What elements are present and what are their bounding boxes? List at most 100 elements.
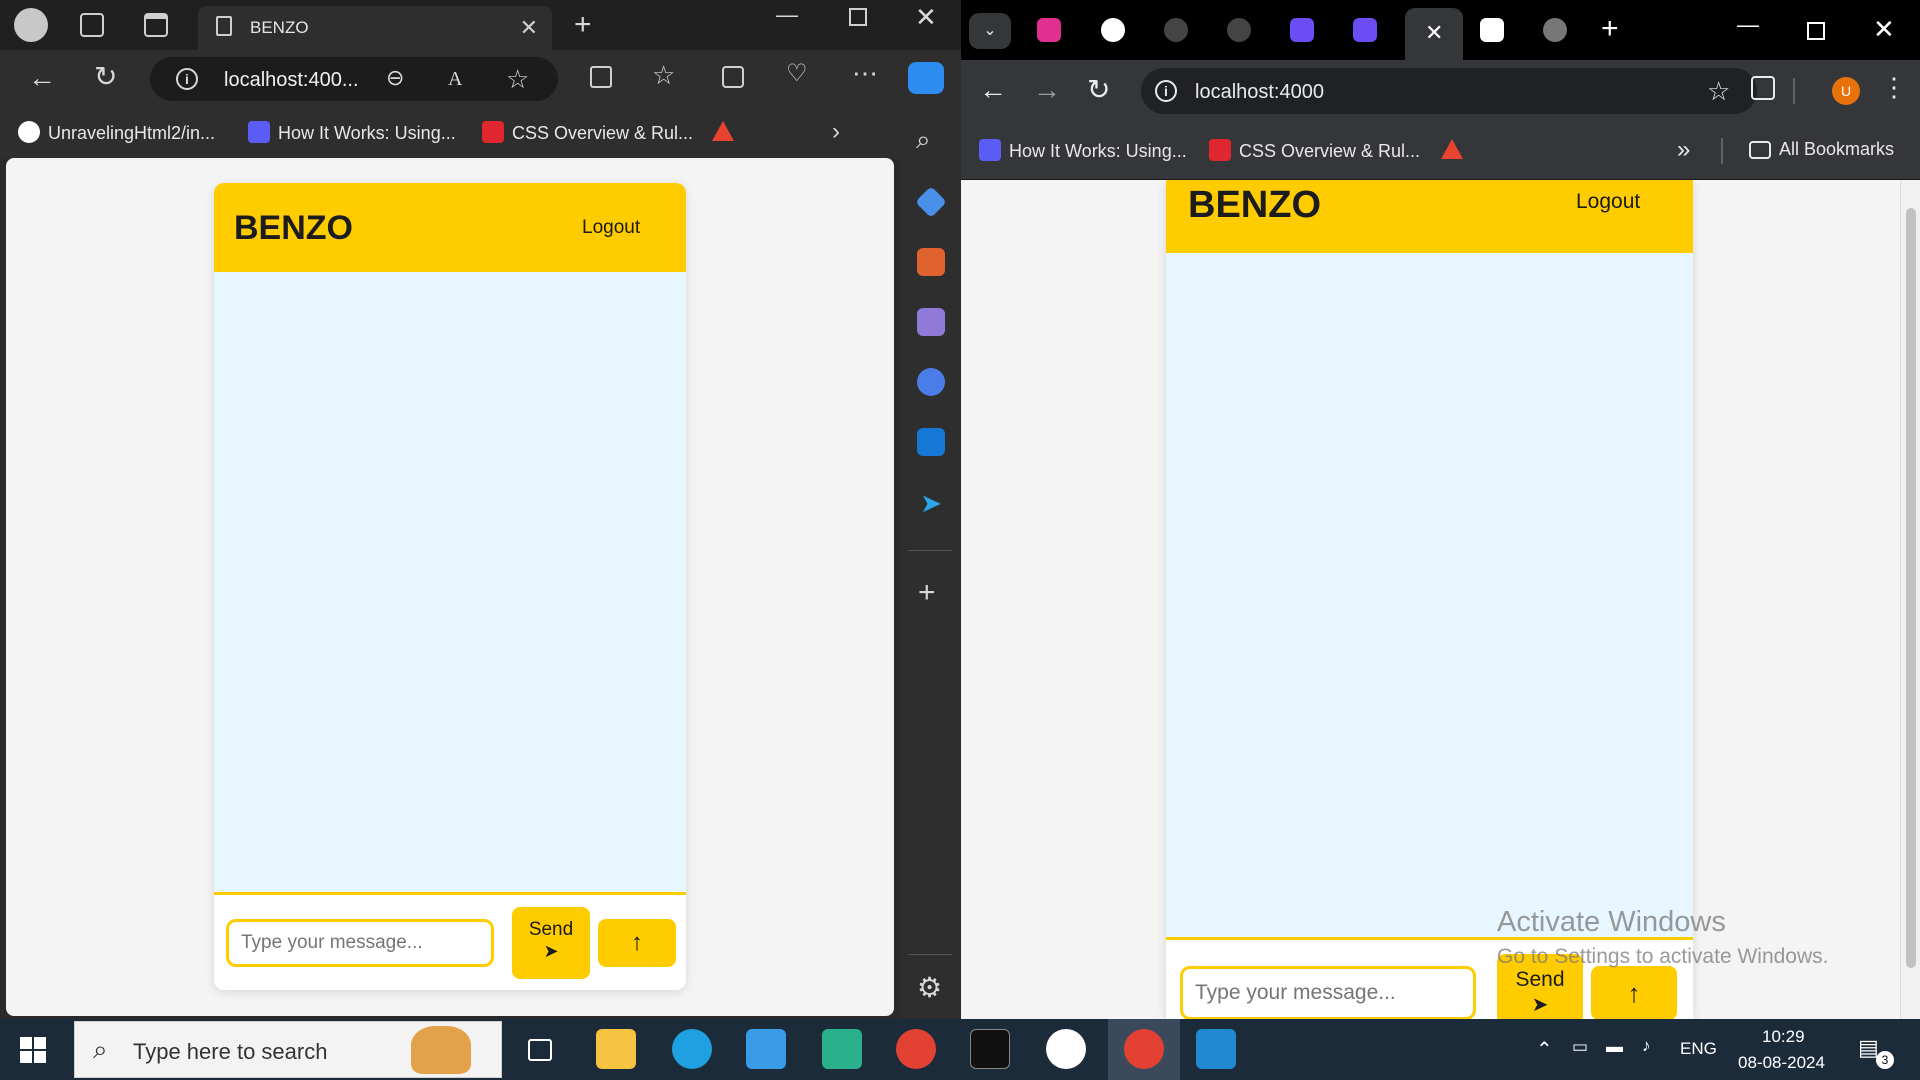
scroll-up-button[interactable]: ↑ [1591, 966, 1677, 1019]
logout-link[interactable]: Logout [582, 217, 640, 239]
file-explorer-icon[interactable] [596, 1029, 636, 1069]
favorites-icon[interactable]: ☆ [652, 62, 675, 88]
page-icon [216, 16, 232, 36]
close-tab-icon[interactable]: ✕ [1425, 20, 1443, 46]
page-scrollbar[interactable] [1900, 180, 1920, 1019]
zoom-out-icon[interactable]: ⊖ [386, 67, 404, 89]
message-input[interactable] [1180, 966, 1476, 1019]
volume-icon[interactable]: ♪ [1642, 1036, 1651, 1056]
task-view-icon[interactable] [528, 1039, 552, 1061]
tab-localhost-active[interactable]: ✕ [1405, 8, 1463, 60]
profile-avatar[interactable]: U [1832, 77, 1860, 105]
tab-icon-copilot-1[interactable] [1290, 18, 1314, 42]
meet-now-icon[interactable]: ▭ [1572, 1037, 1588, 1057]
start-button[interactable] [20, 1037, 46, 1063]
bookmarks-overflow-icon[interactable]: › [832, 120, 840, 144]
clock-time[interactable]: 10:29 [1762, 1027, 1805, 1047]
extensions-icon[interactable] [1751, 76, 1775, 100]
chrome-menu-icon[interactable]: ⋮ [1881, 72, 1907, 103]
bookmark-triangle[interactable] [1441, 139, 1471, 160]
tools-icon[interactable] [917, 248, 945, 276]
games-icon[interactable] [917, 308, 945, 336]
maximize-icon[interactable] [1807, 22, 1825, 40]
language-indicator[interactable]: ENG [1680, 1039, 1717, 1059]
refresh-icon[interactable]: ↻ [94, 63, 117, 91]
windows-logo-icon [20, 1051, 32, 1063]
message-input[interactable] [226, 919, 494, 967]
close-window-icon[interactable]: ✕ [1873, 14, 1895, 45]
tab-icon-github-2[interactable] [1227, 18, 1251, 42]
maximize-icon[interactable] [849, 8, 867, 26]
bookmark-how-it-works[interactable]: How It Works: Using... [248, 121, 456, 144]
back-icon[interactable]: ← [979, 74, 1007, 106]
search-icon[interactable]: ⌕ [916, 126, 931, 152]
clock-date[interactable]: 08-08-2024 [1738, 1053, 1825, 1073]
scrollbar-thumb[interactable] [1906, 208, 1916, 968]
all-bookmarks-folder[interactable]: All Bookmarks [1749, 139, 1894, 160]
tab-icon-globe[interactable] [1543, 18, 1567, 42]
bookmark-triangle[interactable] [712, 121, 742, 142]
bookmark-css-overview[interactable]: CSS Overview & Rul... [1209, 139, 1420, 162]
send-button[interactable]: Send ➤ [512, 907, 590, 979]
close-window-icon[interactable]: ✕ [915, 4, 937, 30]
info-icon[interactable]: i [176, 68, 198, 90]
chrome-icon[interactable] [896, 1029, 936, 1069]
add-sidebar-app-icon[interactable]: + [918, 578, 936, 608]
new-tab-icon[interactable]: + [1601, 12, 1619, 46]
read-aloud-icon[interactable]: A [448, 69, 462, 89]
split-screen-icon[interactable] [590, 66, 612, 88]
copilot-sidebar-icon[interactable] [917, 368, 945, 396]
chrome-active-task[interactable] [1108, 1019, 1180, 1080]
app-pin-icon[interactable] [822, 1029, 862, 1069]
taskbar-search-box[interactable]: ⌕ Type here to search [74, 1021, 502, 1078]
edge-sidebar: ⌕ ➤ + ⚙ [900, 108, 961, 1019]
bookmark-github[interactable]: UnravelingHtml2/in... [18, 121, 215, 144]
sidebar-settings-icon[interactable]: ⚙ [917, 974, 942, 1002]
activate-windows-title: Activate Windows [1497, 906, 1726, 938]
microsoft-store-icon[interactable] [746, 1029, 786, 1069]
triangle-logo-icon [712, 121, 734, 141]
back-icon[interactable]: ← [28, 64, 56, 92]
brand-logo: BENZO [234, 209, 353, 247]
logout-link[interactable]: Logout [1576, 190, 1640, 214]
forward-icon[interactable]: → [1033, 74, 1061, 106]
tab-icon-github-1[interactable] [1164, 18, 1188, 42]
more-menu-icon[interactable]: ⋯ [852, 60, 878, 86]
outlook-icon[interactable] [917, 428, 945, 456]
bookmarks-overflow-icon[interactable]: » [1677, 136, 1690, 164]
workspaces-icon[interactable] [80, 13, 104, 37]
bookmark-star-icon[interactable]: ☆ [1707, 76, 1730, 107]
browser-essentials-icon[interactable]: ♡ [786, 62, 808, 86]
site-info-icon[interactable]: i [1155, 80, 1177, 102]
address-bar[interactable]: i localhost:4000 ☆ [1141, 68, 1757, 114]
minimize-icon[interactable]: — [776, 4, 798, 26]
minimize-icon[interactable]: — [1737, 12, 1759, 38]
edge-icon[interactable] [672, 1029, 712, 1069]
mongodb-compass-icon[interactable] [1046, 1029, 1086, 1069]
tab-icon-copilot-2[interactable] [1353, 18, 1377, 42]
vscode-icon[interactable] [1196, 1029, 1236, 1069]
arrow-up-icon: ↑ [1627, 978, 1641, 1008]
tab-icon-chatgpt[interactable] [1480, 18, 1504, 42]
reload-icon[interactable]: ↻ [1087, 73, 1110, 106]
shopping-tag-icon[interactable] [915, 186, 947, 218]
bookmark-how-it-works[interactable]: How It Works: Using... [979, 139, 1187, 162]
send-icon[interactable]: ➤ [917, 488, 945, 518]
tab-icon-medium[interactable] [1101, 18, 1125, 42]
favorite-star-icon[interactable]: ☆ [506, 66, 529, 92]
close-tab-icon[interactable]: ✕ [520, 15, 538, 41]
collections-icon[interactable] [722, 66, 744, 88]
address-bar[interactable]: i localhost:400... ⊖ A ☆ [150, 57, 558, 101]
copilot-icon[interactable] [908, 62, 944, 94]
tab-icon-1[interactable] [1037, 18, 1061, 42]
scroll-up-button[interactable]: ↑ [598, 919, 676, 967]
tray-overflow-icon[interactable]: ⌃ [1536, 1037, 1553, 1062]
new-tab-icon[interactable]: + [574, 10, 592, 40]
bookmark-css-overview[interactable]: CSS Overview & Rul... [482, 121, 693, 144]
terminal-icon[interactable] [970, 1029, 1010, 1069]
tab-actions-icon[interactable] [144, 13, 168, 37]
tab-search-icon[interactable]: ⌄ [969, 13, 1011, 49]
battery-icon[interactable]: ▬ [1606, 1037, 1623, 1057]
profile-avatar-icon[interactable] [14, 8, 48, 42]
tab-benzo[interactable]: BENZO ✕ [198, 6, 552, 50]
